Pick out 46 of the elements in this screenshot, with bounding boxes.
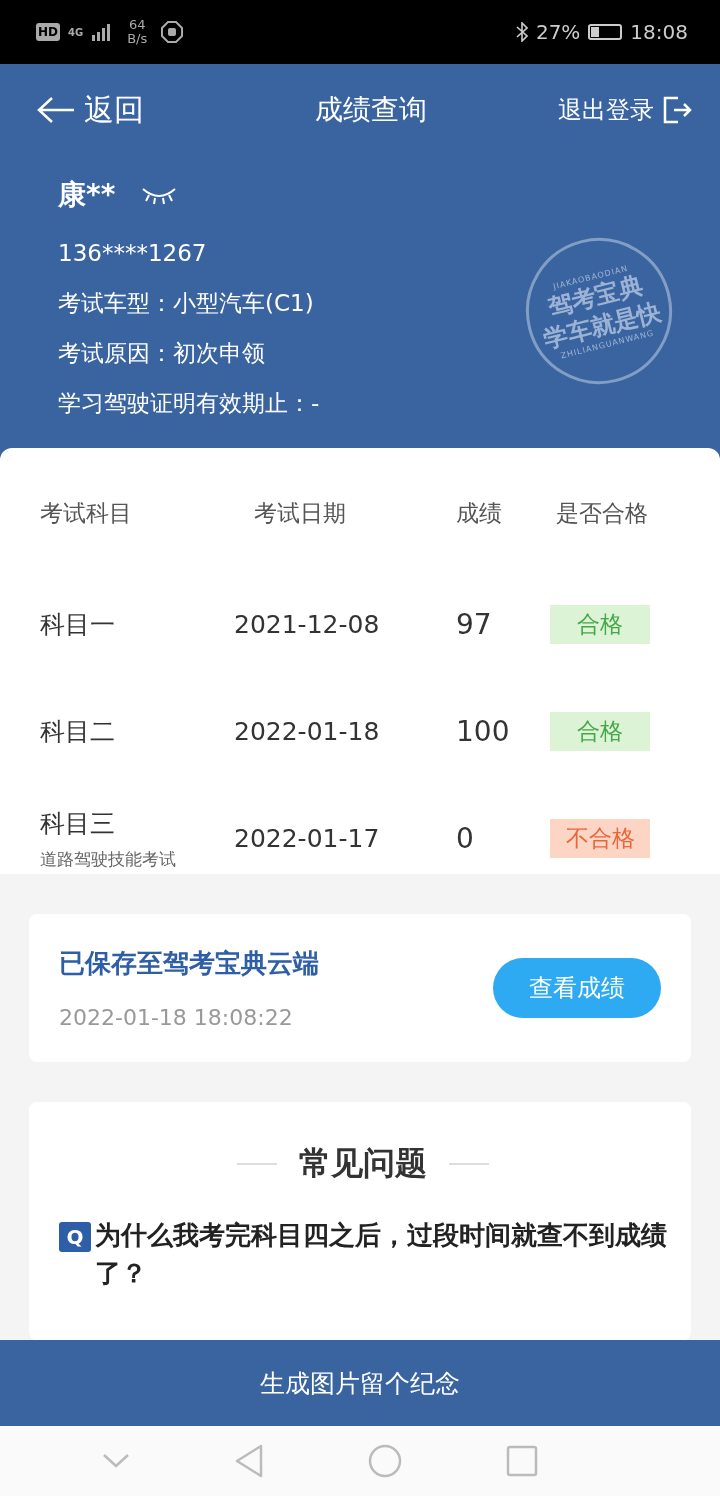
bluetooth-icon	[515, 22, 528, 42]
profile-line: 学习驾驶证明有效期止：-	[58, 389, 320, 418]
profile-line: 考试车型：小型汽车(C1)	[58, 289, 315, 318]
user-name: 康**	[58, 177, 116, 213]
page-title: 成绩查询	[315, 92, 427, 128]
speed-unit: B/s	[127, 32, 148, 46]
arrow-left-icon	[36, 95, 76, 125]
column-header: 成绩	[456, 499, 503, 528]
generate-image-button[interactable]: 生成图片留个纪念	[0, 1340, 720, 1426]
back-button[interactable]: 返回	[36, 89, 144, 131]
saved-time: 2022-01-18 18:08:22	[59, 1005, 294, 1030]
date-cell-text: 2022-01-17	[234, 824, 381, 853]
speed-value: 64	[128, 18, 146, 32]
column-header: 是否合格	[556, 499, 649, 528]
subject-note: 道路驾驶技能考试	[40, 847, 177, 871]
battery-icon	[588, 24, 623, 40]
network-type: 4G	[68, 26, 84, 38]
hd-icon: HD	[36, 23, 60, 41]
faq-title: 常见问题	[299, 1143, 427, 1184]
score-cell-text: 100	[456, 715, 511, 748]
column-header: 考试日期	[254, 499, 347, 528]
logout-button[interactable]: 退出登录	[558, 94, 692, 126]
eye-closed-icon[interactable]	[141, 185, 178, 205]
recents-icon[interactable]	[506, 1445, 538, 1477]
back-icon[interactable]	[234, 1444, 264, 1478]
clock: 18:08	[630, 20, 688, 44]
column-header: 考试科目	[40, 499, 133, 528]
profile-line: 考试原因：初次申领	[58, 339, 266, 368]
date-cell-text: 2021-12-08	[234, 610, 381, 639]
subject-cell-text: 科目一	[40, 609, 116, 641]
home-icon[interactable]	[368, 1444, 402, 1478]
phone-number: 136****1267	[58, 239, 208, 268]
question-badge: Q	[59, 1222, 91, 1252]
date-cell-text: 2022-01-18	[234, 717, 381, 746]
result-tag: 合格	[550, 712, 650, 751]
saved-title: 已保存至驾考宝典云端	[59, 947, 319, 980]
logout-icon	[662, 95, 692, 125]
result-tag: 不合格	[550, 819, 650, 858]
question-text[interactable]: 为什么我考完科目四之后，过段时间就查不到成绩了？	[95, 1216, 667, 1292]
score-cell-text: 97	[456, 608, 493, 641]
chevron-down-icon[interactable]	[102, 1453, 130, 1469]
subject-cell-text: 科目三	[40, 807, 116, 840]
subject-cell-text: 科目二	[40, 716, 116, 748]
battery-percent: 27%	[535, 20, 581, 44]
score-cell-text: 0	[456, 822, 475, 855]
result-tag: 合格	[550, 605, 650, 644]
